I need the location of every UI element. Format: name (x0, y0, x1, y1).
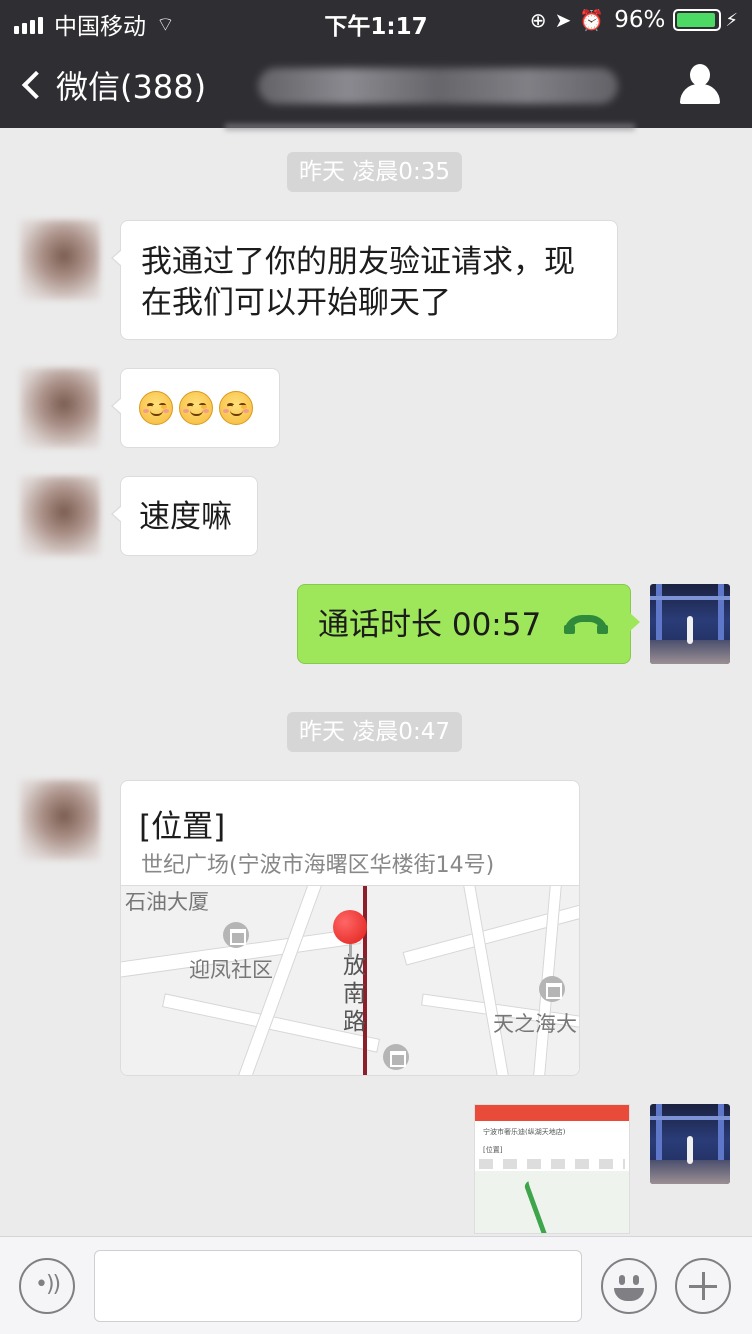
map-label: 天之海大 (493, 1012, 577, 1036)
my-avatar[interactable] (650, 584, 730, 664)
phone-hangup-icon (564, 615, 608, 634)
poi-museum-icon (539, 976, 565, 1002)
call-duration-text: 通话时长 00:57 (318, 607, 542, 643)
nav-bar: 微信(388) (0, 42, 752, 130)
voice-input-button[interactable]: •)) (19, 1258, 75, 1314)
alarm-icon: ⏰ (579, 8, 605, 32)
poi-home-icon (223, 922, 249, 948)
sound-wave-icon: •)) (35, 1272, 61, 1297)
charging-icon: ⚡ (725, 9, 738, 31)
emoji-message-bubble[interactable] (111, 368, 280, 448)
message-text-line: 在我们可以开始聊天了 (141, 285, 451, 321)
map-label: 路 (343, 1009, 366, 1035)
location-message-card[interactable]: [位置] 世纪广场(宁波市海曙区华楼街14号) 石油大厦 迎凤社区 放 南 路 … (120, 780, 580, 1076)
location-pin-icon (333, 910, 367, 944)
blurred-subtitle (225, 124, 635, 130)
contact-avatar[interactable] (20, 780, 100, 860)
blurred-chat-title (258, 68, 618, 104)
message-text-line: 我通过了你的朋友验证请求，现 (141, 244, 575, 280)
contact-profile-icon[interactable] (680, 64, 720, 104)
chat-input-bar: •)) (0, 1236, 752, 1334)
status-bar: 中国移动 ⌔ 下午1:17 ⊕ ➤ ⏰ 96% ⚡ (0, 0, 752, 42)
smiling-face-icon (179, 391, 213, 425)
my-avatar[interactable] (650, 1104, 730, 1184)
location-arrow-icon: ➤ (554, 8, 572, 32)
smiling-face-icon (139, 391, 173, 425)
chevron-left-icon (21, 70, 51, 100)
chat-header: 中国移动 ⌔ 下午1:17 ⊕ ➤ ⏰ 96% ⚡ 微信(388) (0, 0, 752, 130)
message-input[interactable] (94, 1250, 582, 1322)
poi-museum-icon (383, 1044, 409, 1070)
back-button[interactable]: 微信(388) (18, 62, 206, 108)
location-title: [位置] (139, 809, 226, 845)
smiling-face-icon (219, 391, 253, 425)
map-label: 迎凤社区 (189, 958, 273, 982)
message-text: 速度嘛 (139, 499, 232, 535)
message-bubble[interactable]: 速度嘛 (111, 476, 258, 556)
call-duration-bubble[interactable]: 通话时长 00:57 (297, 584, 640, 664)
back-label: 微信(388) (56, 68, 207, 106)
more-actions-button[interactable] (675, 1258, 731, 1314)
screenshot-sub-row: [位置] (483, 1146, 503, 1154)
contact-avatar[interactable] (20, 368, 100, 448)
lock-rotation-icon: ⊕ (529, 8, 547, 32)
contact-avatar[interactable] (20, 476, 100, 556)
screenshot-search-row: 宁波市奢乐迪(纵湖天地店) (483, 1128, 566, 1136)
timestamp: 昨天 凌晨0:35 (287, 152, 462, 192)
battery-icon (673, 9, 722, 31)
message-bubble[interactable]: 我通过了你的朋友验证请求，现 在我们可以开始聊天了 (111, 220, 618, 340)
battery-percent: 96% (614, 7, 666, 33)
screenshot-image-message[interactable]: 宁波市奢乐迪(纵湖天地店) [位置] (474, 1104, 630, 1234)
location-map[interactable]: 石油大厦 迎凤社区 放 南 路 天之海大 (121, 885, 579, 1075)
emoji-button[interactable] (601, 1258, 657, 1314)
location-address: 世纪广场(宁波市海曙区华楼街14号) (141, 853, 495, 878)
contact-avatar[interactable] (20, 220, 100, 300)
map-label: 石油大厦 (125, 890, 209, 914)
clock: 下午1:17 (324, 14, 428, 40)
timestamp: 昨天 凌晨0:47 (287, 712, 462, 752)
